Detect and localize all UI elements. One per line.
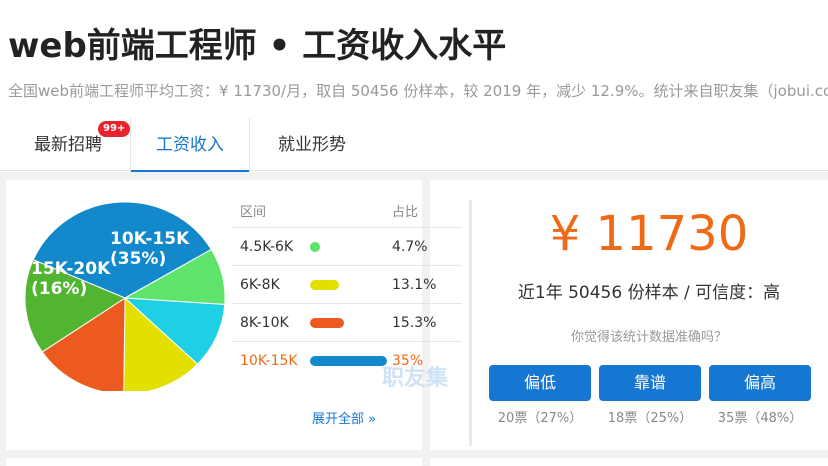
legend-range: 10K-15K xyxy=(240,353,298,369)
legend-share: 4.7% xyxy=(392,239,428,255)
pie-label-10k-15k-pct: (35%) xyxy=(110,249,166,269)
legend-share: 15.3% xyxy=(392,315,437,331)
vote-high-count: 35票（48%） xyxy=(717,411,803,426)
vote-low-count: 20票（27%） xyxy=(497,411,583,426)
watermark: 职友集 xyxy=(382,366,449,391)
sample-info: 近1年 50456 份样本 / 可信度：高 xyxy=(517,283,781,303)
expand-all-link[interactable]: 展开全部 » xyxy=(312,408,376,427)
legend-share: 13.1% xyxy=(392,277,437,293)
distribution-legend: 区间 占比 4.5K-6K 4.7% 6K-8K 13.1% 8K-10K 15… xyxy=(232,200,462,380)
new-jobs-badge: 99+ xyxy=(98,121,131,137)
tab-salary-label: 工资收入 xyxy=(156,135,224,155)
pie-label-15k-20k-pct: (16%) xyxy=(31,279,87,299)
vote-low-button[interactable]: 偏低 xyxy=(489,365,591,401)
legend-range: 8K-10K xyxy=(240,315,289,331)
average-salary: ¥ 11730 xyxy=(549,206,749,262)
legend-header: 区间 占比 xyxy=(232,200,462,228)
page-subtitle: 全国web前端工程师平均工资：¥ 11730/月，取自 50456 份样本，较 … xyxy=(8,82,828,100)
legend-bar xyxy=(310,280,339,290)
legend-row: 6K-8K 13.1% xyxy=(232,266,462,304)
page-title: web前端工程师 • 工资收入水平 xyxy=(8,26,507,66)
vote-high-button[interactable]: 偏高 xyxy=(709,365,811,401)
legend-bar xyxy=(310,242,321,252)
legend-col-share: 占比 xyxy=(392,205,419,220)
tab-salary[interactable]: 工资收入 xyxy=(130,118,250,173)
salary-pie-chart: 10K-15K (35%) 15K-20K (16%) xyxy=(24,201,226,391)
legend-range: 4.5K-6K xyxy=(240,239,294,255)
tab-employment-trend[interactable]: 就业形势 xyxy=(262,118,362,171)
pie-label-10k-15k: 10K-15K xyxy=(110,229,190,249)
legend-row: 4.5K-6K 4.7% xyxy=(232,228,462,266)
accuracy-question: 你觉得该统计数据准确吗？ xyxy=(570,330,727,345)
legend-range: 6K-8K xyxy=(240,277,280,293)
vote-accurate-count: 18票（25%） xyxy=(607,411,693,426)
next-card-right xyxy=(430,458,828,466)
legend-col-range: 区间 xyxy=(240,205,267,220)
legend-bar xyxy=(310,356,387,366)
legend-row: 8K-10K 15.3% xyxy=(232,304,462,342)
next-card-left xyxy=(6,458,422,466)
pie-label-15k-20k: 15K-20K xyxy=(31,259,111,279)
vote-accurate-button[interactable]: 靠谱 xyxy=(599,365,701,401)
legend-bar xyxy=(310,318,344,328)
